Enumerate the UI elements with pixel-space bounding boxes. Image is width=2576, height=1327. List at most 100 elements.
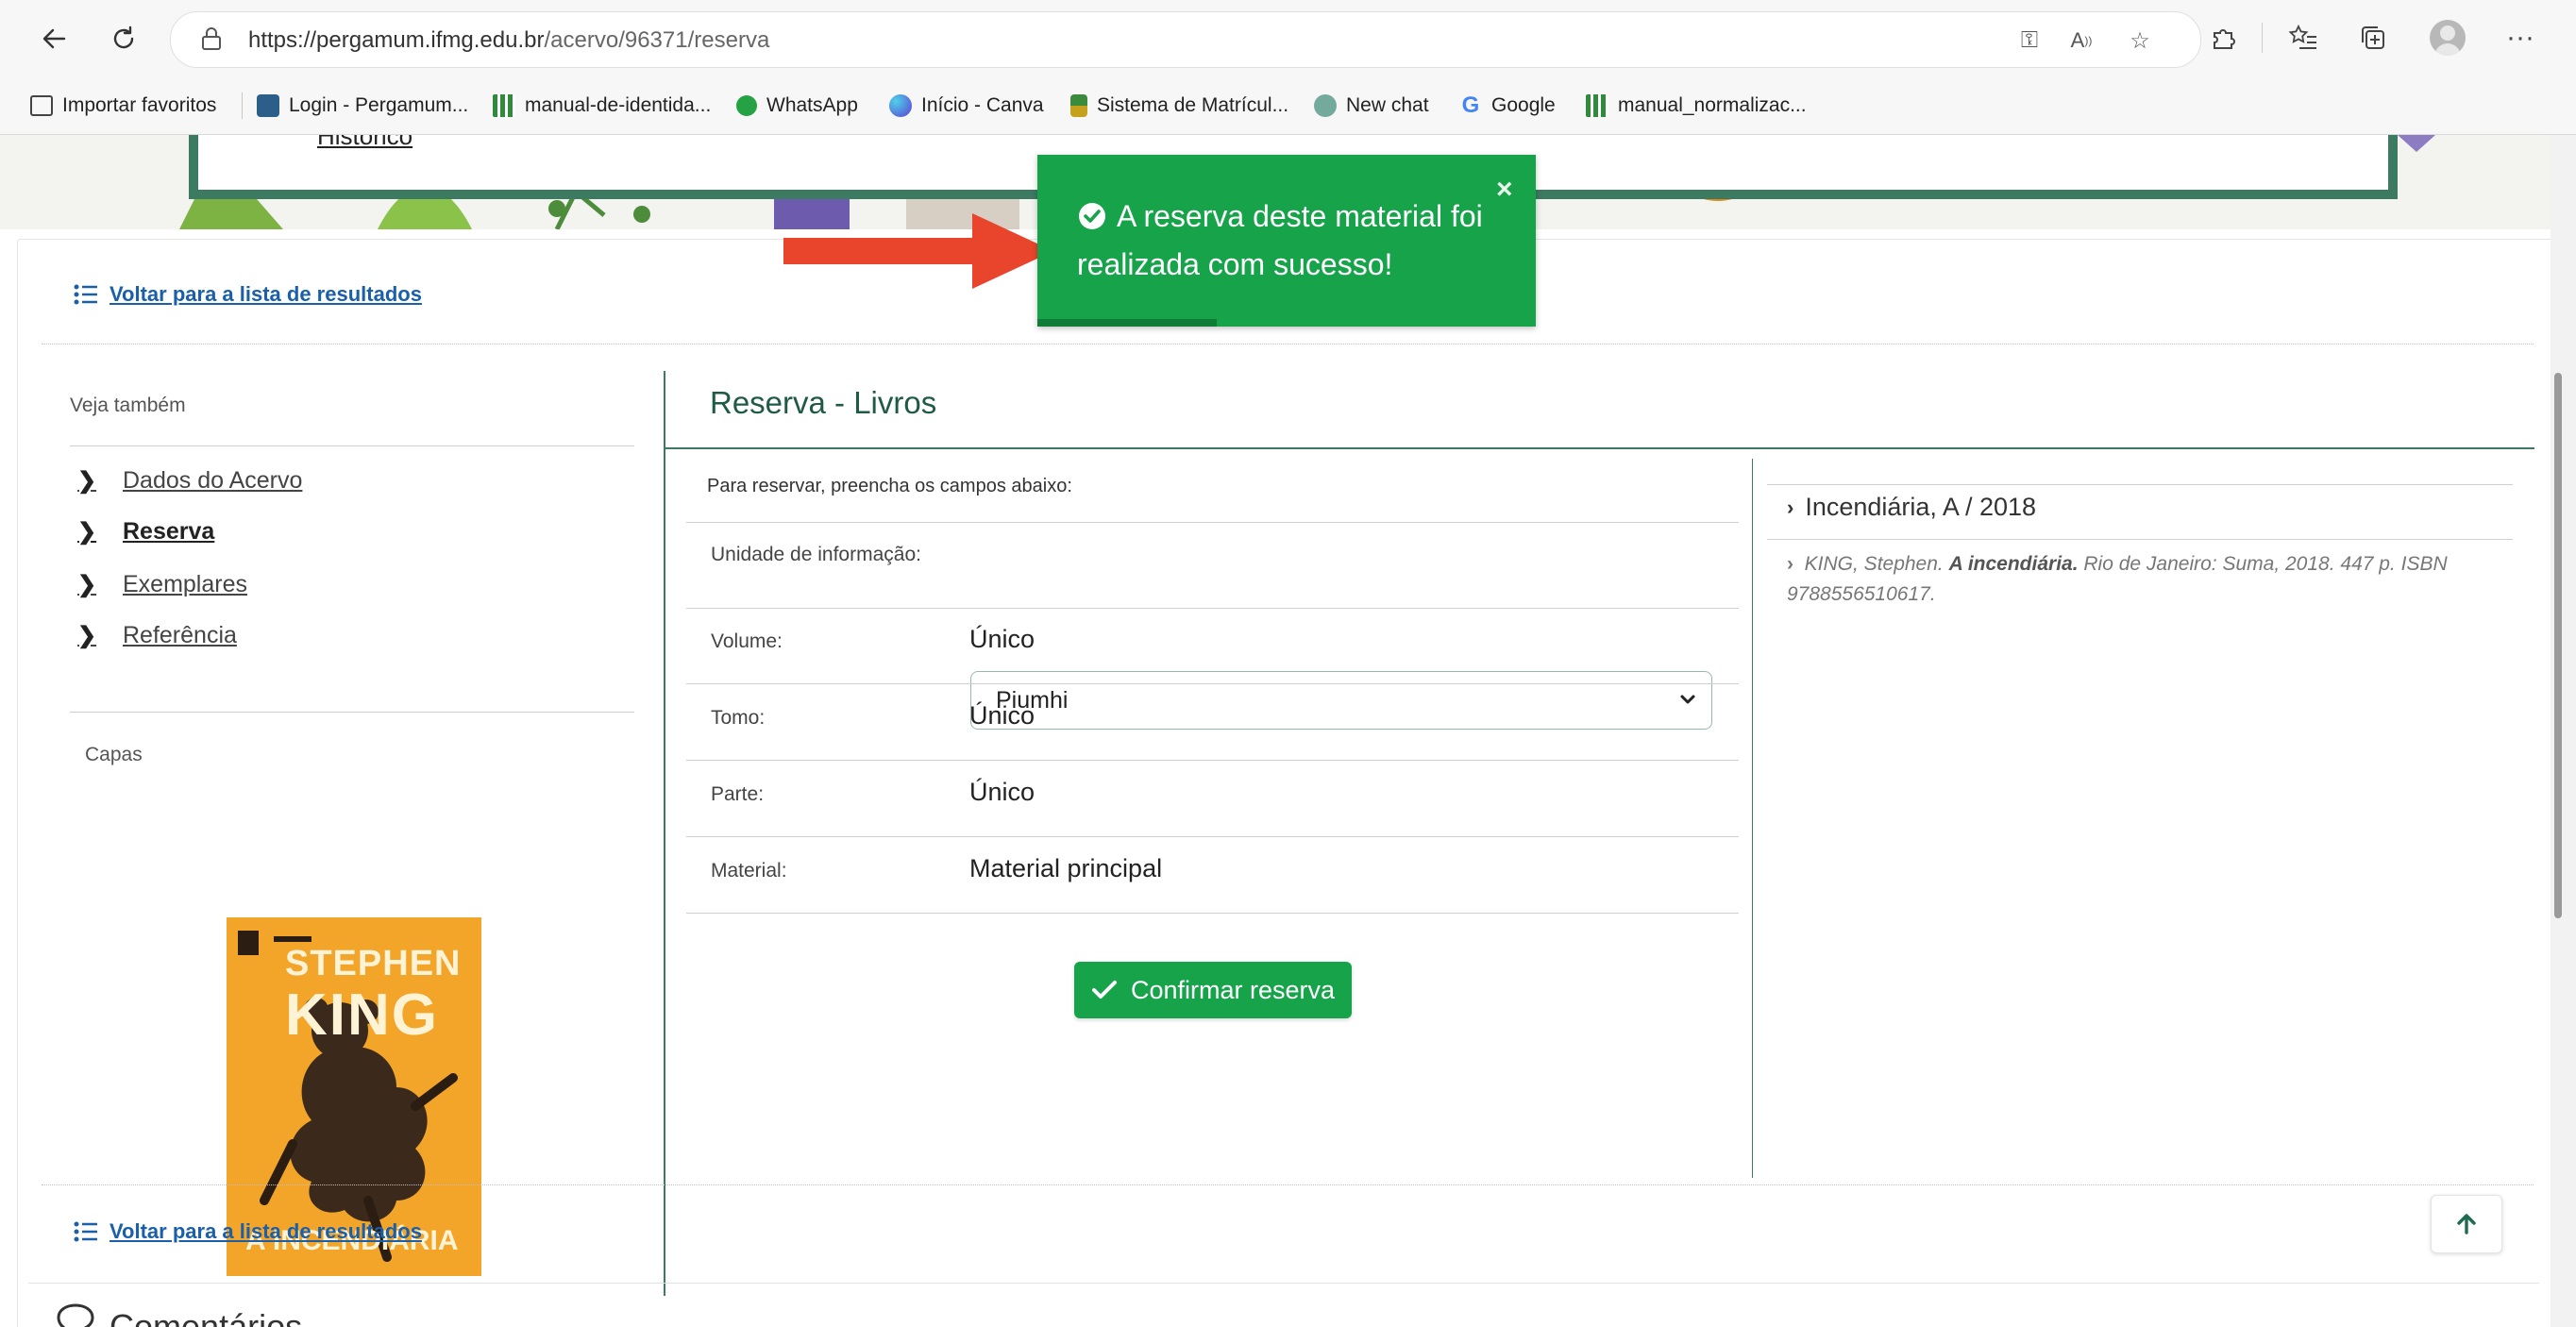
- google-icon: G: [1461, 92, 1480, 118]
- sidebar-item-referencia[interactable]: ❯ Referência: [77, 622, 237, 649]
- chevron-right-icon: ❯: [77, 468, 97, 494]
- record-rule: [1767, 539, 2513, 540]
- arrow-left-icon[interactable]: [32, 17, 76, 60]
- more-dots-icon[interactable]: ···: [2501, 19, 2539, 57]
- toast-progress-bar: [1037, 319, 1217, 327]
- favorite-label: manual-de-identida...: [525, 94, 712, 116]
- tomo-value: Único: [969, 701, 1035, 730]
- back-to-results-link-bottom[interactable]: Voltar para a lista de resultados: [74, 1219, 422, 1244]
- chevron-down-icon: [1677, 689, 1698, 714]
- record-title-label: Incendiária, A / 2018: [1805, 493, 2037, 521]
- sidebar-item-label: Referência: [123, 622, 237, 648]
- unidade-select[interactable]: Piumhi: [970, 671, 1712, 730]
- record-reference: › KING, Stephen. A incendiária. Rio de J…: [1787, 549, 2504, 610]
- sidebar-item-exemplares[interactable]: ❯ Exemplares: [77, 571, 247, 598]
- arrow-up-icon: [2457, 1214, 2476, 1235]
- favorite-sistema-matricula[interactable]: Sistema de Matrícul...: [1070, 77, 1288, 134]
- ifmg-icon: [1586, 94, 1608, 117]
- success-toast: A reserva deste material foi realizada c…: [1037, 155, 1536, 327]
- favorites-divider: [242, 92, 243, 119]
- form-row-divider: [686, 913, 1739, 914]
- favorite-manual-identidade[interactable]: manual-de-identida...: [493, 77, 711, 134]
- favorite-importar[interactable]: Importar favoritos: [30, 77, 216, 134]
- url-text: https://pergamum.ifmg.edu.br/acervo/9637…: [248, 27, 769, 54]
- back-to-results-link-top[interactable]: Voltar para a lista de resultados: [74, 282, 422, 307]
- sidebar-rule: [70, 712, 634, 713]
- sidebar-item-label: Dados do Acervo: [123, 467, 303, 494]
- sistema-icon: [1070, 94, 1087, 117]
- chevron-right-icon: ❯: [77, 572, 97, 597]
- favorite-label: WhatsApp: [766, 94, 858, 116]
- address-bar[interactable]: https://pergamum.ifmg.edu.br/acervo/9637…: [170, 11, 2201, 68]
- favorite-label: Google: [1491, 94, 1556, 116]
- favorite-label: Login - Pergamum...: [289, 94, 469, 116]
- favorites-list-icon[interactable]: [2284, 19, 2322, 57]
- browser-toolbar: https://pergamum.ifmg.edu.br/acervo/9637…: [0, 0, 2576, 78]
- material-value: Material principal: [969, 854, 1163, 882]
- scroll-to-top-button[interactable]: [2431, 1195, 2502, 1253]
- record-title[interactable]: › Incendiária, A / 2018: [1787, 493, 2036, 522]
- whatsapp-icon: [736, 95, 757, 116]
- favorite-pergamum-login[interactable]: Login - Pergamum...: [257, 77, 468, 134]
- comments-label: Comentários: [109, 1307, 303, 1327]
- sidebar-separator: [664, 371, 665, 1296]
- favorite-label: New chat: [1346, 94, 1429, 116]
- form-intro: Para reservar, preencha os campos abaixo…: [707, 476, 1072, 496]
- favorites-bar: Importar favoritos Login - Pergamum... m…: [0, 77, 2576, 135]
- unidade-label: Unidade de informação:: [711, 544, 921, 565]
- back-link-label: Voltar para a lista de resultados: [109, 1219, 422, 1243]
- check-icon: [1091, 981, 1117, 999]
- material-label: Material:: [711, 860, 787, 882]
- panel-title-rule: [665, 447, 2534, 449]
- refresh-icon[interactable]: [102, 17, 145, 60]
- favorite-new-chat[interactable]: New chat: [1314, 77, 1429, 134]
- star-add-icon[interactable]: ☆: [2125, 25, 2155, 56]
- volume-label: Volume:: [711, 630, 783, 652]
- comment-icon: [53, 1303, 109, 1327]
- parte-label: Parte:: [711, 783, 765, 805]
- back-link-label: Voltar para a lista de resultados: [109, 282, 422, 306]
- url-host: https://pergamum.ifmg.edu.br: [248, 27, 545, 53]
- tomo-label: Tomo:: [711, 707, 766, 729]
- lock-icon[interactable]: [199, 25, 224, 57]
- favorite-canva[interactable]: Início - Canva: [889, 77, 1044, 134]
- favorite-whatsapp[interactable]: WhatsApp: [736, 77, 858, 134]
- toast-message: A reserva deste material foi realizada c…: [1077, 199, 1483, 281]
- form-row-divider: [686, 522, 1739, 523]
- confirm-reserve-button[interactable]: Confirmar reserva: [1074, 962, 1352, 1018]
- form-row-divider: [686, 836, 1739, 837]
- panel-title: Reserva - Livros: [710, 385, 937, 420]
- confirm-reserve-label: Confirmar reserva: [1130, 975, 1336, 1004]
- page-scrollbar-thumb[interactable]: [2554, 373, 2562, 918]
- favorite-label: Importar favoritos: [62, 94, 217, 116]
- favorite-google[interactable]: G Google: [1459, 77, 1556, 134]
- comments-heading: Comentários: [53, 1301, 302, 1327]
- sidebar-item-reserva[interactable]: ❯ Reserva: [77, 518, 214, 546]
- chevron-right-icon: ❯: [77, 519, 97, 545]
- collections-icon[interactable]: [2354, 19, 2392, 57]
- toolbar-divider: [2262, 23, 2263, 53]
- favorite-label: manual_normalizac...: [1618, 94, 1807, 116]
- see-also-heading: Veja também: [70, 395, 186, 416]
- key-icon[interactable]: ⚿: [2014, 25, 2045, 56]
- read-aloud-icon[interactable]: A)): [2066, 25, 2096, 56]
- parte-value: Único: [969, 778, 1035, 806]
- sidebar-rule: [70, 445, 634, 446]
- sidebar-item-dados-acervo[interactable]: ❯ Dados do Acervo: [77, 467, 302, 495]
- pergamum-icon: [257, 94, 279, 117]
- ifmg-icon: [493, 94, 515, 117]
- puzzle-icon[interactable]: [2204, 19, 2242, 57]
- toast-message-box: A reserva deste material foi realizada c…: [1077, 193, 1492, 289]
- list-icon: [74, 1221, 97, 1242]
- favorite-manual-normalizacao[interactable]: manual_normalizac...: [1586, 77, 1807, 134]
- profile-avatar-icon[interactable]: [2430, 20, 2466, 56]
- ref-title: A incendiária.: [1948, 553, 2079, 575]
- chevron-right-icon: ❯: [77, 623, 97, 648]
- record-rule: [1767, 484, 2513, 485]
- record-separator: [1752, 459, 1753, 1178]
- historico-link[interactable]: Histórico: [317, 135, 412, 151]
- close-icon[interactable]: ×: [1496, 174, 1513, 206]
- list-icon: [74, 284, 97, 305]
- annotation-arrow-icon: [783, 213, 1053, 289]
- ref-author: KING, Stephen.: [1804, 553, 1944, 575]
